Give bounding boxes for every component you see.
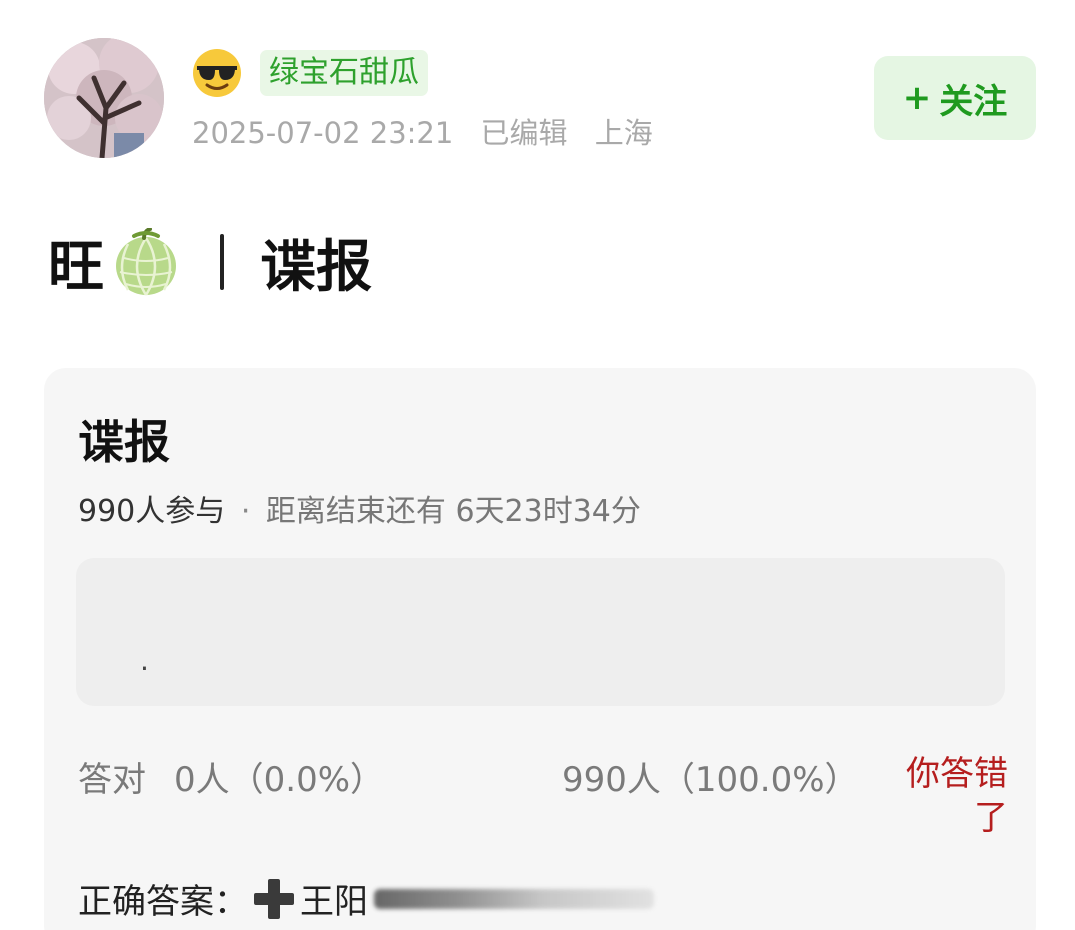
avatar[interactable] (44, 38, 164, 158)
melon-emoji-icon (116, 228, 176, 296)
quiz-option[interactable] (76, 558, 1005, 706)
post-datetime: 2025-07-02 23:21 (192, 116, 454, 150)
post-title-suffix: 谍报 (260, 234, 372, 300)
participant-count: 990人参与 (78, 494, 226, 529)
sunglasses-emoji-icon (193, 49, 241, 97)
wrong-count: 990人（100.0%） (562, 760, 859, 800)
meta-separator: · (240, 494, 251, 529)
follow-button[interactable]: + 关注 (874, 56, 1036, 140)
answer-obscured (374, 888, 654, 909)
post-title-prefix: 旺 (48, 234, 104, 300)
quiz-countdown: 距离结束还有 6天23时34分 (265, 494, 641, 529)
quiz-meta: 990人参与 · 距离结束还有 6天23时34分 (78, 486, 641, 530)
post-location: 上海 (594, 116, 653, 150)
post-title: 旺 谍报 (48, 226, 372, 300)
quiz-card: 谍报 990人参与 · 距离结束还有 6天23时34分 . 答对 0人（0.0%… (44, 368, 1036, 930)
correct-count: 0人（0.0%） (174, 760, 385, 800)
correct-answer: 正确答案： 王阳 (78, 874, 654, 923)
post-header: 绿宝石甜瓜 2025-07-02 23:21 已编辑 上海 + 关注 (44, 38, 1036, 158)
option-text: . (140, 644, 149, 677)
answer-label: 正确答案： (78, 882, 248, 922)
follow-label: 关注 (939, 81, 1008, 122)
wrong-answer-message: 你答错了 (906, 754, 1008, 838)
plus-emoji-icon (254, 878, 294, 919)
author-name-row: 绿宝石甜瓜 (192, 48, 428, 98)
quiz-title: 谍报 (78, 415, 170, 469)
correct-label: 答对 (78, 760, 146, 800)
title-divider (220, 234, 224, 290)
edited-label: 已编辑 (480, 116, 568, 150)
follow-plus-icon: + (902, 78, 932, 118)
answer-text: 王阳 (300, 882, 368, 922)
member-badge[interactable]: 绿宝石甜瓜 (260, 50, 428, 96)
post-meta: 2025-07-02 23:21 已编辑 上海 (192, 110, 653, 152)
